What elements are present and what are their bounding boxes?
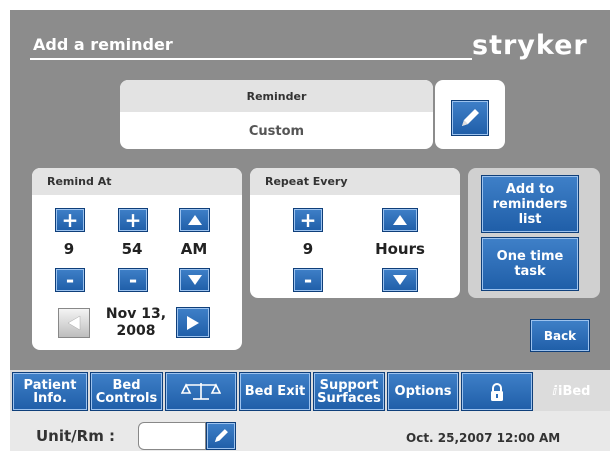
repeat-unit-value: Hours: [375, 240, 425, 258]
tab-bed-controls[interactable]: Bed Controls: [90, 372, 163, 411]
repeat-every-label: Repeat Every: [250, 168, 460, 195]
repeat-plus-button[interactable]: +: [293, 208, 323, 232]
unit-room-edit-button[interactable]: [206, 422, 236, 450]
title-underline: [30, 58, 472, 60]
minute-minus-button[interactable]: -: [118, 268, 148, 292]
minute-value: 54: [121, 240, 143, 258]
tab-ibed-label: iBed: [557, 384, 591, 399]
scale-icon: [181, 382, 221, 400]
lock-icon: [491, 382, 503, 401]
tab-lock[interactable]: [461, 372, 533, 411]
ibed-mark-icon: ⅈ: [552, 384, 557, 399]
page-title: Add a reminder: [33, 35, 173, 54]
stryker-logo: stryker: [472, 30, 588, 61]
triangle-left-icon: [67, 315, 81, 331]
pencil-icon: [462, 109, 479, 126]
one-time-task-button[interactable]: One time task: [481, 237, 579, 291]
pencil-icon: [214, 429, 228, 443]
repeat-value: 9: [302, 240, 314, 258]
reminder-label: Reminder: [120, 80, 433, 112]
reminder-panel: Reminder Custom: [120, 80, 433, 149]
hour-minus-button[interactable]: -: [55, 268, 85, 292]
triangle-up-icon: [187, 215, 202, 225]
tab-ibed[interactable]: ⅈ iBed: [535, 372, 608, 411]
triangle-right-icon: [187, 315, 199, 330]
triangle-up-icon: [393, 215, 407, 225]
triangle-down-icon: [393, 275, 407, 285]
repeat-unit-up-button[interactable]: [382, 208, 418, 232]
tab-options[interactable]: Options: [387, 372, 459, 411]
status-datetime: Oct. 25,2007 12:00 AM: [406, 431, 561, 445]
repeat-minus-button[interactable]: -: [293, 268, 323, 292]
triangle-down-icon: [187, 275, 202, 285]
minute-plus-button[interactable]: +: [118, 208, 148, 232]
ampm-down-button[interactable]: [179, 268, 210, 292]
remind-at-label: Remind At: [32, 168, 242, 195]
tab-scale[interactable]: [165, 372, 237, 411]
unit-room-label: Unit/Rm :: [36, 427, 116, 445]
tab-patient-info[interactable]: Patient Info.: [12, 372, 88, 411]
screen: Add a reminder stryker Reminder Custom R…: [10, 10, 610, 451]
reminder-value[interactable]: Custom: [120, 114, 433, 149]
tab-support-surfaces[interactable]: Support Surfaces: [313, 372, 385, 411]
ampm-value: AM: [180, 240, 208, 258]
back-button[interactable]: Back: [530, 319, 590, 352]
tab-bed-exit[interactable]: Bed Exit: [239, 372, 311, 411]
hour-plus-button[interactable]: +: [55, 208, 85, 232]
reminder-edit-button[interactable]: [451, 100, 489, 136]
date-prev-button[interactable]: [58, 308, 90, 338]
date-value: Nov 13, 2008: [105, 306, 167, 339]
repeat-every-panel: Repeat Every: [250, 168, 460, 298]
unit-room-field[interactable]: [138, 422, 206, 450]
add-to-reminders-list-button[interactable]: Add to reminders list: [481, 175, 579, 233]
repeat-unit-down-button[interactable]: [382, 268, 418, 292]
date-next-button[interactable]: [176, 307, 210, 338]
ampm-up-button[interactable]: [179, 208, 210, 232]
hour-value: 9: [63, 240, 75, 258]
